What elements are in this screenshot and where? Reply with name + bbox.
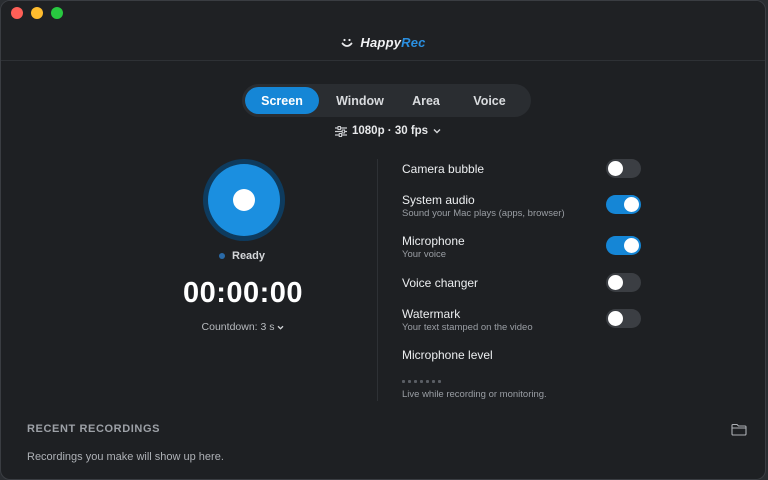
title-bar: [1, 1, 765, 25]
watermark-description: Your text stamped on the video: [402, 322, 533, 333]
recording-timer: 00:00:00: [182, 277, 304, 309]
recent-recordings-empty: Recordings you make will show up here.: [27, 451, 224, 463]
microphone-toggle[interactable]: [606, 236, 641, 255]
mode-voice-tab[interactable]: Voice: [451, 87, 528, 114]
microphone-description: Your voice: [402, 249, 447, 260]
status-label: Ready: [232, 250, 266, 262]
app-header: HappyRec: [1, 25, 765, 61]
record-dot-icon: [233, 189, 255, 211]
mode-window-tab[interactable]: Window: [319, 87, 401, 114]
system-audio-toggle[interactable]: [606, 195, 641, 214]
countdown-label: Countdown: 3 s: [201, 321, 275, 333]
watermark-toggle[interactable]: [606, 309, 641, 328]
smiley-logo-icon: [342, 38, 353, 47]
voice-changer-label: Voice changer: [402, 276, 479, 290]
mode-screen-tab[interactable]: Screen: [245, 87, 319, 114]
system-audio-description: Sound your Mac plays (apps, browser): [402, 208, 565, 219]
app-logo: HappyRec: [360, 35, 425, 50]
watermark-label: Watermark: [402, 307, 461, 321]
quality-dropdown[interactable]: 1080p · 30 fps: [335, 123, 441, 139]
camera-bubble-label: Camera bubble: [402, 162, 485, 176]
close-window-button[interactable]: [11, 7, 23, 19]
logo-text-rec: Rec: [401, 35, 426, 50]
camera-bubble-toggle[interactable]: [606, 159, 641, 178]
app-window: HappyRec Screen Window Area Voice 1080p …: [0, 0, 766, 480]
zoom-window-button[interactable]: [51, 7, 63, 19]
capture-mode-selector: Screen Window Area Voice: [242, 84, 531, 117]
recorder-status: Ready: [219, 250, 265, 262]
logo-text-happy: Happy: [360, 35, 402, 50]
microphone-label: Microphone: [402, 234, 465, 248]
toggle-knob: [624, 197, 639, 212]
panel-divider: [377, 159, 378, 401]
sliders-icon: [335, 125, 347, 137]
minimize-window-button[interactable]: [31, 7, 43, 19]
mic-level-hint: Live while recording or monitoring.: [402, 389, 547, 400]
mode-area-tab[interactable]: Area: [401, 87, 451, 114]
countdown-dropdown[interactable]: Countdown: 3 s: [181, 321, 305, 333]
mic-level-meter: [402, 380, 441, 383]
toggle-knob: [624, 238, 639, 253]
folder-icon[interactable]: [731, 423, 747, 436]
quality-label: 1080p · 30 fps: [352, 125, 429, 137]
toggle-knob: [608, 161, 623, 176]
chevron-down-icon: [433, 129, 441, 134]
recent-recordings-heading: RECENT RECORDINGS: [27, 423, 161, 435]
system-audio-label: System audio: [402, 193, 475, 207]
toggle-knob: [608, 311, 623, 326]
voice-changer-toggle[interactable]: [606, 273, 641, 292]
status-dot-icon: [219, 253, 225, 259]
record-button-ring: [203, 159, 285, 241]
toggle-knob: [608, 275, 623, 290]
chevron-down-icon: [277, 325, 284, 330]
mic-level-label: Microphone level: [402, 348, 493, 362]
record-button[interactable]: [208, 164, 280, 236]
